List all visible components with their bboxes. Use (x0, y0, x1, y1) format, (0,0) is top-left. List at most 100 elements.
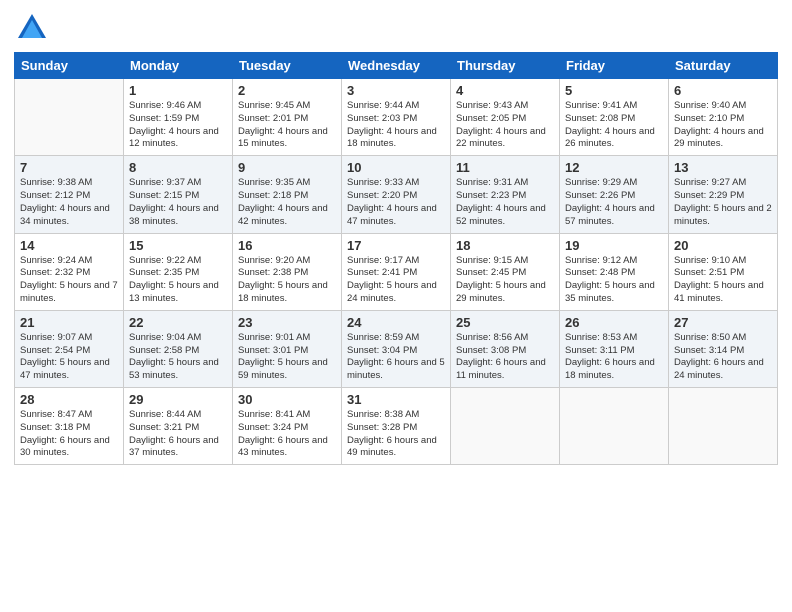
day-number: 22 (129, 315, 227, 330)
day-number: 23 (238, 315, 336, 330)
day-number: 16 (238, 238, 336, 253)
calendar-week-5: 28 Sunrise: 8:47 AM Sunset: 3:18 PM Dayli… (15, 388, 778, 465)
day-number: 4 (456, 83, 554, 98)
calendar-cell (451, 388, 560, 465)
calendar-cell: 21 Sunrise: 9:07 AM Sunset: 2:54 PM Dayli… (15, 310, 124, 387)
day-info: Sunrise: 8:38 AM Sunset: 3:28 PM Dayligh… (347, 409, 445, 460)
calendar-header-saturday: Saturday (669, 53, 778, 79)
day-info: Sunrise: 9:33 AM Sunset: 2:20 PM Dayligh… (347, 177, 445, 228)
calendar-week-4: 21 Sunrise: 9:07 AM Sunset: 2:54 PM Dayli… (15, 310, 778, 387)
calendar-cell: 19 Sunrise: 9:12 AM Sunset: 2:48 PM Dayli… (560, 233, 669, 310)
calendar-cell: 23 Sunrise: 9:01 AM Sunset: 3:01 PM Dayli… (233, 310, 342, 387)
day-info: Sunrise: 9:07 AM Sunset: 2:54 PM Dayligh… (20, 332, 118, 383)
day-info: Sunrise: 9:29 AM Sunset: 2:26 PM Dayligh… (565, 177, 663, 228)
calendar-header-tuesday: Tuesday (233, 53, 342, 79)
calendar-cell: 16 Sunrise: 9:20 AM Sunset: 2:38 PM Dayli… (233, 233, 342, 310)
calendar-cell: 6Sunrise: 9:40 AM Sunset: 2:10 PM Daylig… (669, 79, 778, 156)
logo-icon (14, 10, 50, 46)
day-info: Sunrise: 9:35 AM Sunset: 2:18 PM Dayligh… (238, 177, 336, 228)
calendar-header-wednesday: Wednesday (342, 53, 451, 79)
page: SundayMondayTuesdayWednesdayThursdayFrid… (0, 0, 792, 612)
calendar-week-1: 1 Sunrise: 9:46 AM Sunset: 1:59 PM Daylig… (15, 79, 778, 156)
day-number: 8 (129, 160, 227, 175)
day-info: Sunrise: 9:04 AM Sunset: 2:58 PM Dayligh… (129, 332, 227, 383)
day-number: 14 (20, 238, 118, 253)
calendar-cell: 3Sunrise: 9:44 AM Sunset: 2:03 PM Daylig… (342, 79, 451, 156)
calendar-cell: 11 Sunrise: 9:31 AM Sunset: 2:23 PM Dayli… (451, 156, 560, 233)
calendar-cell: 2Sunrise: 9:45 AM Sunset: 2:01 PM Daylig… (233, 79, 342, 156)
day-number: 30 (238, 392, 336, 407)
day-info: Sunrise: 9:43 AM Sunset: 2:05 PM Dayligh… (456, 100, 554, 151)
logo (14, 10, 54, 46)
day-number: 28 (20, 392, 118, 407)
day-number: 18 (456, 238, 554, 253)
header (14, 10, 778, 46)
calendar-cell: 4 Sunrise: 9:43 AM Sunset: 2:05 PM Daylig… (451, 79, 560, 156)
calendar-cell (560, 388, 669, 465)
day-number: 26 (565, 315, 663, 330)
calendar-header-friday: Friday (560, 53, 669, 79)
calendar-cell: 31 Sunrise: 8:38 AM Sunset: 3:28 PM Dayli… (342, 388, 451, 465)
day-info: Sunrise: 9:45 AM Sunset: 2:01 PM Dayligh… (238, 100, 336, 151)
day-number: 29 (129, 392, 227, 407)
day-number: 9 (238, 160, 336, 175)
calendar-cell: 1 Sunrise: 9:46 AM Sunset: 1:59 PM Daylig… (124, 79, 233, 156)
calendar-header-row: SundayMondayTuesdayWednesdayThursdayFrid… (15, 53, 778, 79)
day-number: 25 (456, 315, 554, 330)
day-number: 5 (565, 83, 663, 98)
calendar-cell: 13Sunrise: 9:27 AM Sunset: 2:29 PM Dayli… (669, 156, 778, 233)
calendar-cell: 24 Sunrise: 8:59 AM Sunset: 3:04 PM Dayli… (342, 310, 451, 387)
day-info: Sunrise: 9:46 AM Sunset: 1:59 PM Dayligh… (129, 100, 227, 151)
day-info: Sunrise: 9:01 AM Sunset: 3:01 PM Dayligh… (238, 332, 336, 383)
day-info: Sunrise: 9:37 AM Sunset: 2:15 PM Dayligh… (129, 177, 227, 228)
calendar-cell: 12Sunrise: 9:29 AM Sunset: 2:26 PM Dayli… (560, 156, 669, 233)
calendar-cell: 22 Sunrise: 9:04 AM Sunset: 2:58 PM Dayli… (124, 310, 233, 387)
day-info: Sunrise: 9:27 AM Sunset: 2:29 PM Dayligh… (674, 177, 772, 228)
calendar-cell: 18 Sunrise: 9:15 AM Sunset: 2:45 PM Dayli… (451, 233, 560, 310)
calendar-cell: 28 Sunrise: 8:47 AM Sunset: 3:18 PM Dayli… (15, 388, 124, 465)
day-info: Sunrise: 8:59 AM Sunset: 3:04 PM Dayligh… (347, 332, 445, 383)
calendar-cell: 29Sunrise: 8:44 AM Sunset: 3:21 PM Dayli… (124, 388, 233, 465)
day-info: Sunrise: 9:20 AM Sunset: 2:38 PM Dayligh… (238, 255, 336, 306)
calendar-cell: 15Sunrise: 9:22 AM Sunset: 2:35 PM Dayli… (124, 233, 233, 310)
day-number: 21 (20, 315, 118, 330)
day-info: Sunrise: 9:22 AM Sunset: 2:35 PM Dayligh… (129, 255, 227, 306)
day-info: Sunrise: 9:12 AM Sunset: 2:48 PM Dayligh… (565, 255, 663, 306)
day-info: Sunrise: 8:56 AM Sunset: 3:08 PM Dayligh… (456, 332, 554, 383)
day-info: Sunrise: 8:50 AM Sunset: 3:14 PM Dayligh… (674, 332, 772, 383)
calendar-cell: 25 Sunrise: 8:56 AM Sunset: 3:08 PM Dayli… (451, 310, 560, 387)
day-info: Sunrise: 9:38 AM Sunset: 2:12 PM Dayligh… (20, 177, 118, 228)
day-number: 24 (347, 315, 445, 330)
day-number: 1 (129, 83, 227, 98)
calendar: SundayMondayTuesdayWednesdayThursdayFrid… (14, 52, 778, 465)
calendar-cell: 5Sunrise: 9:41 AM Sunset: 2:08 PM Daylig… (560, 79, 669, 156)
day-info: Sunrise: 9:10 AM Sunset: 2:51 PM Dayligh… (674, 255, 772, 306)
calendar-cell: 26 Sunrise: 8:53 AM Sunset: 3:11 PM Dayli… (560, 310, 669, 387)
calendar-week-3: 14 Sunrise: 9:24 AM Sunset: 2:32 PM Dayli… (15, 233, 778, 310)
day-number: 20 (674, 238, 772, 253)
day-info: Sunrise: 9:44 AM Sunset: 2:03 PM Dayligh… (347, 100, 445, 151)
calendar-cell: 27 Sunrise: 8:50 AM Sunset: 3:14 PM Dayli… (669, 310, 778, 387)
calendar-header-thursday: Thursday (451, 53, 560, 79)
calendar-cell: 7Sunrise: 9:38 AM Sunset: 2:12 PM Daylig… (15, 156, 124, 233)
day-number: 19 (565, 238, 663, 253)
day-number: 27 (674, 315, 772, 330)
day-number: 17 (347, 238, 445, 253)
calendar-cell: 17 Sunrise: 9:17 AM Sunset: 2:41 PM Dayli… (342, 233, 451, 310)
calendar-cell: 8 Sunrise: 9:37 AM Sunset: 2:15 PM Daylig… (124, 156, 233, 233)
day-info: Sunrise: 9:15 AM Sunset: 2:45 PM Dayligh… (456, 255, 554, 306)
day-number: 10 (347, 160, 445, 175)
day-info: Sunrise: 8:47 AM Sunset: 3:18 PM Dayligh… (20, 409, 118, 460)
calendar-cell: 30 Sunrise: 8:41 AM Sunset: 3:24 PM Dayli… (233, 388, 342, 465)
day-info: Sunrise: 9:17 AM Sunset: 2:41 PM Dayligh… (347, 255, 445, 306)
day-info: Sunrise: 9:31 AM Sunset: 2:23 PM Dayligh… (456, 177, 554, 228)
day-info: Sunrise: 9:24 AM Sunset: 2:32 PM Dayligh… (20, 255, 118, 306)
day-number: 31 (347, 392, 445, 407)
day-number: 11 (456, 160, 554, 175)
calendar-cell (669, 388, 778, 465)
calendar-cell: 20 Sunrise: 9:10 AM Sunset: 2:51 PM Dayli… (669, 233, 778, 310)
calendar-week-2: 7Sunrise: 9:38 AM Sunset: 2:12 PM Daylig… (15, 156, 778, 233)
day-info: Sunrise: 8:53 AM Sunset: 3:11 PM Dayligh… (565, 332, 663, 383)
calendar-header-monday: Monday (124, 53, 233, 79)
day-info: Sunrise: 8:41 AM Sunset: 3:24 PM Dayligh… (238, 409, 336, 460)
